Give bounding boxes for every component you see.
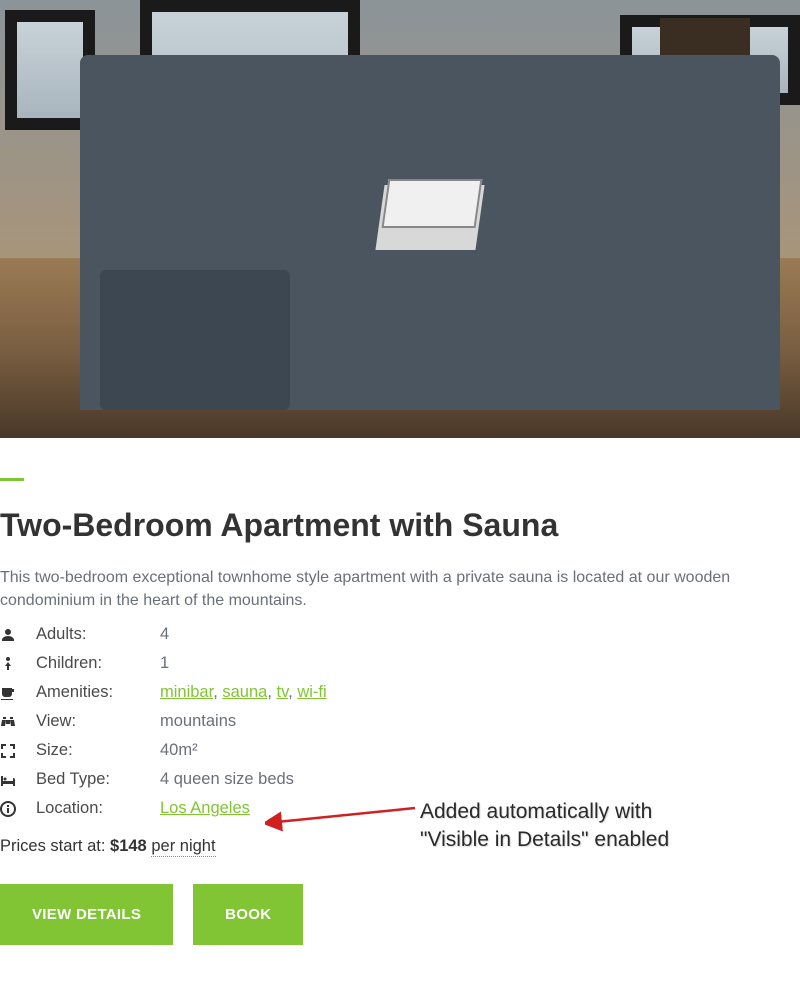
detail-value: 1 <box>160 654 169 673</box>
amenity-link[interactable]: wi-fi <box>297 683 326 701</box>
info-icon <box>0 801 36 817</box>
expand-icon <box>0 743 36 759</box>
view-details-button[interactable]: VIEW DETAILS <box>0 884 173 945</box>
amenity-link[interactable]: sauna <box>222 683 267 701</box>
listing-hero-image <box>0 0 800 438</box>
annotation-text: Added automatically with "Visible in Det… <box>420 798 669 855</box>
detail-row-size: Size: 40m² <box>0 736 800 765</box>
annotation-line1: Added automatically with <box>420 798 669 826</box>
annotation-line2: "Visible in Details" enabled <box>420 826 669 854</box>
detail-row-amenities: Amenities: minibar, sauna, tv, wi-fi <box>0 678 800 707</box>
detail-label: Location: <box>36 799 160 818</box>
detail-value: 4 queen size beds <box>160 770 294 789</box>
detail-row-view: View: mountains <box>0 707 800 736</box>
detail-row-bedtype: Bed Type: 4 queen size beds <box>0 765 800 794</box>
detail-label: View: <box>36 712 160 731</box>
details-list: Adults: 4 Children: 1 Amenities: minibar… <box>0 620 800 823</box>
detail-label: Children: <box>36 654 160 673</box>
child-icon <box>0 656 36 672</box>
detail-value: mountains <box>160 712 236 731</box>
price-per-night: per night <box>151 837 215 857</box>
amenities-list: minibar, sauna, tv, wi-fi <box>160 683 327 702</box>
binoculars-icon <box>0 714 36 730</box>
price-line: Prices start at: $148 per night <box>0 837 800 856</box>
section-divider <box>0 478 24 481</box>
detail-label: Adults: <box>36 625 160 644</box>
book-button[interactable]: BOOK <box>193 884 303 945</box>
detail-value: 4 <box>160 625 169 644</box>
person-icon <box>0 627 36 643</box>
price-prefix: Prices start at: <box>0 837 110 855</box>
listing-title: Two-Bedroom Apartment with Sauna <box>0 507 800 544</box>
cup-icon <box>0 685 36 701</box>
annotation-arrow <box>265 794 425 834</box>
detail-label: Amenities: <box>36 683 160 702</box>
price-amount: $148 <box>110 837 147 855</box>
amenity-link[interactable]: tv <box>277 683 289 701</box>
detail-label: Bed Type: <box>36 770 160 789</box>
bed-icon <box>0 772 36 788</box>
amenity-link[interactable]: minibar <box>160 683 213 701</box>
detail-value: 40m² <box>160 741 198 760</box>
listing-description: This two-bedroom exceptional townhome st… <box>0 566 800 612</box>
location-link[interactable]: Los Angeles <box>160 799 250 817</box>
detail-row-children: Children: 1 <box>0 649 800 678</box>
detail-label: Size: <box>36 741 160 760</box>
detail-row-adults: Adults: 4 <box>0 620 800 649</box>
